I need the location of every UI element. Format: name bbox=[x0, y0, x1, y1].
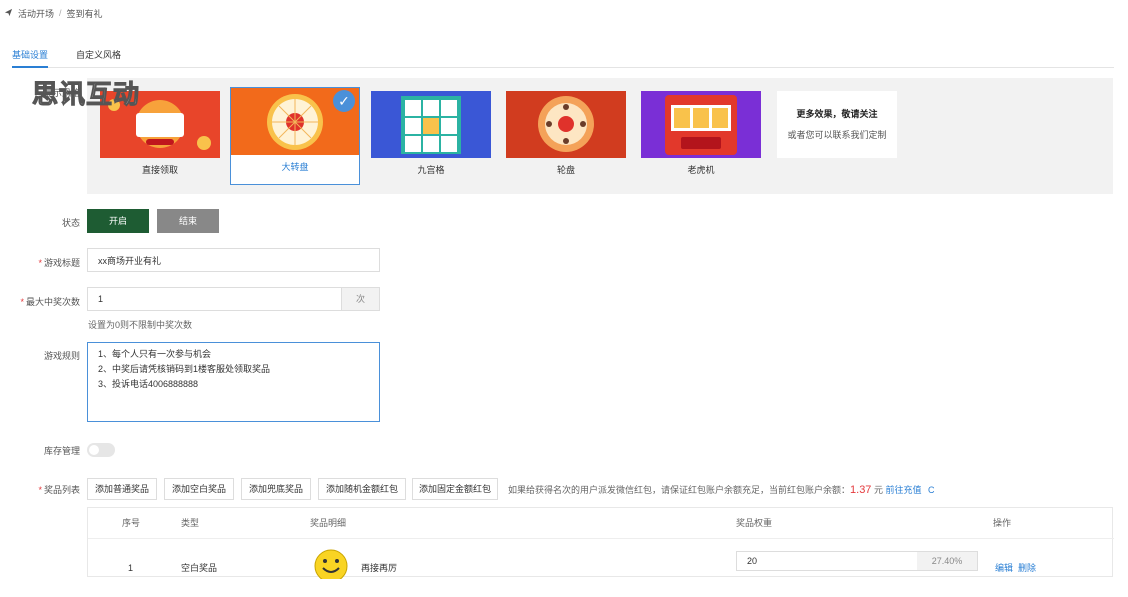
table-header-weight: 奖品权重 bbox=[736, 518, 773, 528]
table-header-actions: 操作 bbox=[993, 518, 1012, 528]
max-win-label-text: 最大中奖次数 bbox=[25, 297, 80, 307]
end-button[interactable]: 结束 bbox=[157, 209, 219, 233]
prize-table: 序号 类型 奖品明细 奖品权重 操作 1 空白奖品 再接再厉 20 27.40%… bbox=[87, 507, 1114, 583]
style-name-direct: 直接领取 bbox=[141, 165, 178, 175]
delete-link[interactable]: 删除 bbox=[1018, 539, 1036, 579]
balance-value: 1.37 bbox=[850, 484, 872, 496]
status-label: 状态 bbox=[61, 218, 80, 228]
refresh-icon[interactable]: C bbox=[928, 485, 935, 495]
rules-line: 2、中奖后请凭核销码到1楼客服处领取奖品 bbox=[98, 364, 271, 374]
style-name-slot: 老虎机 bbox=[687, 165, 715, 175]
redpacket-note: 如果给获得名次的用户派发微信红包，请保证红包账户余额充足，当前红包账户余额：1.… bbox=[508, 483, 935, 496]
max-win-input[interactable]: 1 bbox=[87, 287, 342, 311]
style-thumb-slot bbox=[641, 91, 761, 158]
main-panel: 基础设置 自定义风格 显示风格 直接领取 ✓ 大转盘 九宫格 轮盘 老虎机 更多… bbox=[0, 30, 1128, 583]
breadcrumb-item-checkin: 签到有礼 bbox=[66, 8, 103, 19]
rules-label: 游戏规则 bbox=[43, 351, 80, 361]
balance-unit: 元 bbox=[873, 485, 883, 495]
add-fixed-redpacket-button[interactable]: 添加固定金额红包 bbox=[412, 478, 498, 500]
breadcrumb-separator: / bbox=[59, 8, 62, 18]
row-index: 1 bbox=[128, 563, 134, 573]
style-thumb-grid bbox=[371, 91, 491, 158]
game-title-value: xx商场开业有礼 bbox=[98, 255, 162, 266]
prize-list-label-text: 奖品列表 bbox=[43, 485, 80, 495]
max-win-value: 1 bbox=[98, 294, 104, 304]
table-row: 1 空白奖品 再接再厉 20 27.40% 编辑 删除 bbox=[88, 538, 1114, 583]
style-thumb-roulette bbox=[506, 91, 626, 158]
style-name-grid: 九宫格 bbox=[417, 165, 445, 175]
style-options: 直接领取 ✓ 大转盘 九宫格 轮盘 老虎机 更多效果，敬请关注 或者您可以联系我… bbox=[87, 78, 1113, 194]
selected-check-icon: ✓ bbox=[333, 90, 355, 112]
rules-line: 1、每个人只有一次参与机会 bbox=[98, 349, 212, 359]
breadcrumb: 活动开场 / 签到有礼 bbox=[4, 6, 103, 20]
end-button-label: 结束 bbox=[178, 216, 197, 226]
tab-custom-style[interactable]: 自定义风格 bbox=[76, 50, 121, 68]
weight-percent: 27.40% bbox=[917, 552, 977, 570]
tab-basic-settings[interactable]: 基础设置 bbox=[12, 50, 49, 68]
weight-input[interactable]: 20 27.40% bbox=[736, 551, 978, 571]
row-detail: 再接再厉 bbox=[361, 563, 398, 573]
max-win-label: * 最大中奖次数 bbox=[20, 297, 80, 307]
table-header-index: 序号 bbox=[122, 518, 141, 528]
smiley-icon bbox=[314, 549, 348, 583]
rules-line: 3、投诉电话4006888888 bbox=[98, 379, 199, 389]
table-header-detail: 奖品明细 bbox=[310, 518, 347, 528]
watermark-logo: 思讯互动 bbox=[31, 79, 141, 110]
game-title-label: * 游戏标题 bbox=[38, 258, 80, 268]
more-styles-title: 更多效果，敬请关注 bbox=[796, 109, 878, 119]
style-name-roulette: 轮盘 bbox=[556, 165, 575, 175]
add-random-redpacket-button[interactable]: 添加随机金额红包 bbox=[318, 478, 406, 500]
row-type: 空白奖品 bbox=[181, 563, 218, 573]
redpacket-note-text: 如果给获得名次的用户派发微信红包，请保证红包账户余额充足，当前红包账户余额： bbox=[508, 485, 851, 495]
rules-textarea[interactable]: 1、每个人只有一次参与机会 2、中奖后请凭核销码到1楼客服处领取奖品 3、投诉电… bbox=[87, 342, 380, 422]
tab-bar: 基础设置 自定义风格 bbox=[12, 50, 1114, 68]
stock-toggle[interactable] bbox=[87, 443, 115, 457]
weight-value: 20 bbox=[747, 556, 758, 566]
max-win-unit: 次 bbox=[342, 287, 380, 311]
style-option-grid[interactable]: 九宫格 bbox=[371, 91, 491, 183]
add-normal-prize-button[interactable]: 添加普通奖品 bbox=[87, 478, 157, 500]
prize-list-label: * 奖品列表 bbox=[38, 485, 80, 495]
style-option-wheel[interactable]: ✓ 大转盘 bbox=[230, 87, 360, 185]
game-title-input[interactable]: xx商场开业有礼 bbox=[87, 248, 380, 272]
breadcrumb-item-activity[interactable]: 活动开场 bbox=[18, 7, 54, 20]
stock-label: 库存管理 bbox=[43, 446, 80, 456]
style-option-slot[interactable]: 老虎机 bbox=[641, 91, 761, 183]
start-button[interactable]: 开启 bbox=[87, 209, 149, 233]
style-option-roulette[interactable]: 轮盘 bbox=[506, 91, 626, 183]
more-styles-card: 更多效果，敬请关注 或者您可以联系我们定制 bbox=[777, 91, 897, 158]
table-header-type: 类型 bbox=[181, 518, 200, 528]
start-button-label: 开启 bbox=[108, 216, 127, 226]
recharge-link[interactable]: 前往充值 bbox=[885, 485, 921, 495]
style-name-wheel: 大转盘 bbox=[281, 162, 309, 172]
game-title-label-text: 游戏标题 bbox=[43, 258, 80, 268]
add-blank-prize-button[interactable]: 添加空白奖品 bbox=[164, 478, 234, 500]
max-win-help: 设置为0则不限制中奖次数 bbox=[88, 320, 193, 330]
send-icon bbox=[4, 8, 13, 19]
edit-link[interactable]: 编辑 bbox=[995, 539, 1013, 579]
add-fallback-prize-button[interactable]: 添加兜底奖品 bbox=[241, 478, 311, 500]
more-styles-subtitle: 或者您可以联系我们定制 bbox=[787, 130, 887, 140]
